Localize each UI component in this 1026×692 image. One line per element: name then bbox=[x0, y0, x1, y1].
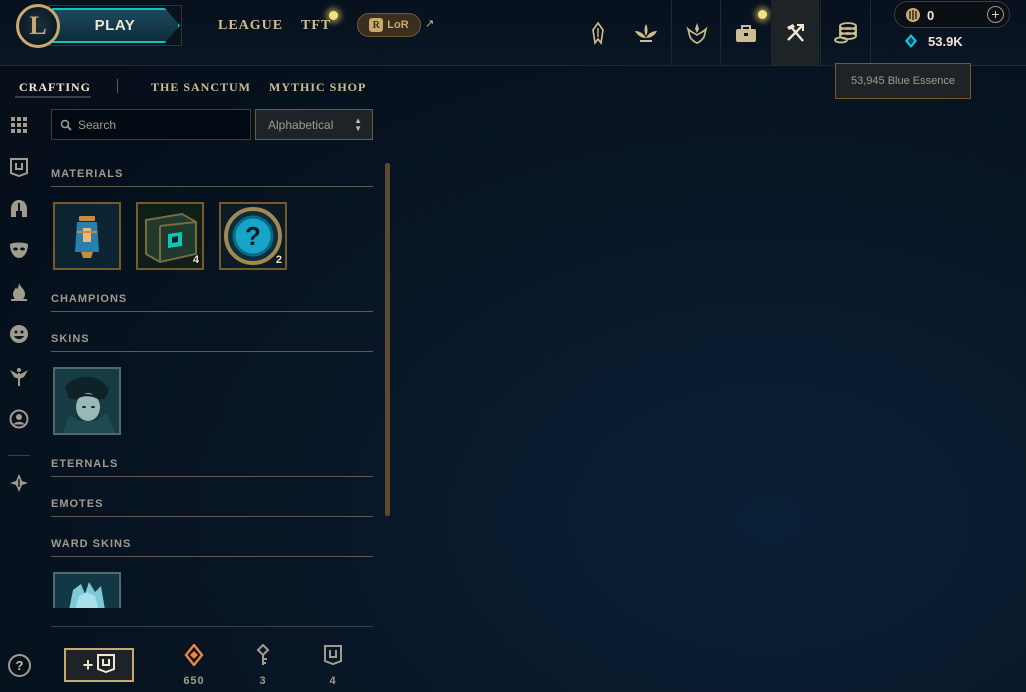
spells-icon[interactable] bbox=[622, 0, 670, 65]
tooltip-text: 53,945 Blue Essence bbox=[851, 75, 955, 87]
blue-essence-tooltip: 53,945 Blue Essence bbox=[835, 63, 971, 99]
footer-divider bbox=[51, 626, 373, 627]
subnav-separator bbox=[117, 79, 118, 93]
lor-label: LoR bbox=[387, 19, 409, 31]
profile-icon[interactable] bbox=[8, 408, 30, 430]
ward-skin-icon bbox=[55, 574, 119, 608]
section-title-ward-skins: WARD SKINS bbox=[51, 538, 132, 550]
help-label: ? bbox=[15, 658, 24, 673]
topbar-divider bbox=[720, 0, 721, 65]
orb-item-icon bbox=[55, 204, 119, 268]
orange-essence-value: 650 bbox=[183, 675, 205, 687]
search-box bbox=[51, 109, 251, 140]
section-divider bbox=[51, 556, 373, 557]
top-navigation-bar: L PLAY LEAGUE TFT R LoR ↗ 0 + 53.9K bbox=[0, 0, 1026, 66]
skin-portrait-icon bbox=[55, 369, 119, 433]
orange-essence-icon bbox=[184, 643, 204, 670]
rail-separator bbox=[8, 455, 30, 456]
search-input[interactable] bbox=[78, 114, 243, 136]
sort-selected-value: Alphabetical bbox=[268, 118, 334, 132]
sort-dropdown[interactable]: Alphabetical ▲ ▼ bbox=[255, 109, 373, 140]
external-link-icon: ↗ bbox=[425, 18, 435, 30]
rp-coin-icon bbox=[905, 7, 921, 28]
hextech-chest-item[interactable]: 4 bbox=[136, 202, 204, 270]
inventory-scrollbar[interactable] bbox=[385, 163, 390, 516]
add-chest-button[interactable]: + bbox=[64, 648, 134, 682]
section-title-skins: SKINS bbox=[51, 333, 90, 345]
active-tab-underline bbox=[15, 96, 91, 98]
item-count: 2 bbox=[275, 254, 282, 266]
section-title-emotes: EMOTES bbox=[51, 498, 104, 510]
key-icon bbox=[253, 643, 273, 670]
tab-mythic-shop[interactable]: MYTHIC SHOP bbox=[269, 80, 366, 95]
tab-crafting[interactable]: CRAFTING bbox=[19, 80, 91, 95]
topbar-divider bbox=[870, 0, 871, 65]
nav-tft[interactable]: TFT bbox=[301, 18, 331, 34]
chest-icon[interactable] bbox=[8, 156, 30, 178]
chest-icon bbox=[97, 653, 116, 678]
blue-essence-icon bbox=[904, 33, 918, 54]
orange-essence-counter: 650 bbox=[174, 643, 214, 687]
emote-face-icon[interactable] bbox=[8, 323, 30, 345]
champions-icon[interactable] bbox=[574, 0, 622, 65]
tft-icon[interactable] bbox=[673, 0, 721, 65]
search-icon bbox=[60, 118, 72, 136]
orb-item[interactable] bbox=[53, 202, 121, 270]
rp-value: 0 bbox=[927, 8, 935, 23]
chests-counter: 4 bbox=[313, 644, 353, 687]
section-title-champions: CHAMPIONS bbox=[51, 293, 128, 305]
topbar-divider bbox=[820, 0, 821, 65]
chests-value: 4 bbox=[329, 675, 337, 687]
item-count: 4 bbox=[192, 254, 199, 266]
lor-button[interactable]: R LoR bbox=[357, 13, 421, 37]
eternals-icon[interactable] bbox=[8, 472, 30, 494]
loot-notification-dot bbox=[758, 10, 767, 19]
flame-icon[interactable] bbox=[8, 281, 30, 303]
skin-item[interactable] bbox=[53, 367, 121, 435]
lor-icon: R bbox=[369, 18, 384, 32]
section-title-eternals: ETERNALS bbox=[51, 458, 119, 470]
play-button-label: PLAY bbox=[94, 17, 136, 34]
blue-essence-value: 53.9K bbox=[928, 34, 963, 49]
grid-icon[interactable] bbox=[8, 114, 30, 136]
nav-league[interactable]: LEAGUE bbox=[218, 18, 283, 34]
keys-value: 3 bbox=[259, 675, 267, 687]
mask-icon[interactable] bbox=[8, 239, 30, 261]
keys-counter: 3 bbox=[243, 643, 283, 687]
mystery-item[interactable]: ? 2 bbox=[219, 202, 287, 270]
play-button[interactable]: PLAY bbox=[52, 8, 180, 43]
chest-icon bbox=[323, 645, 343, 670]
section-divider bbox=[51, 186, 373, 187]
section-divider bbox=[51, 476, 373, 477]
store-coins-icon[interactable] bbox=[822, 0, 870, 65]
crafting-icon[interactable] bbox=[771, 0, 819, 65]
ward-skin-item[interactable] bbox=[53, 572, 121, 608]
tab-the-sanctum[interactable]: THE SANCTUM bbox=[151, 80, 251, 95]
ward-icon[interactable] bbox=[8, 366, 30, 388]
topbar-divider bbox=[671, 0, 672, 65]
chevron-updown-icon: ▲ ▼ bbox=[354, 116, 362, 133]
buy-rp-button[interactable]: + bbox=[987, 6, 1004, 23]
helmet-icon[interactable] bbox=[8, 198, 30, 220]
add-label: + bbox=[82, 654, 94, 675]
section-divider bbox=[51, 351, 373, 352]
section-divider bbox=[51, 516, 373, 517]
league-logo-icon[interactable]: L bbox=[16, 4, 60, 48]
section-title-materials: MATERIALS bbox=[51, 168, 124, 180]
help-button[interactable]: ? bbox=[8, 654, 31, 677]
section-divider bbox=[51, 311, 373, 312]
svg-text:?: ? bbox=[245, 221, 261, 251]
riot-points-display[interactable]: 0 + bbox=[894, 1, 1010, 28]
tft-notification-dot bbox=[329, 11, 338, 20]
